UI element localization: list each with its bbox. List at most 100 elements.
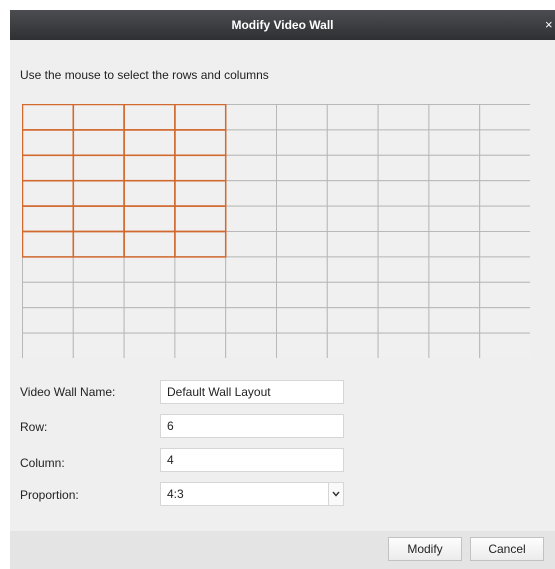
grid-cell[interactable]	[22, 281, 74, 309]
grid-cell[interactable]	[377, 154, 430, 182]
grid-cell[interactable]	[225, 256, 277, 283]
grid-cell[interactable]	[174, 307, 227, 334]
grid-cell[interactable]	[72, 231, 125, 258]
modify-button[interactable]: Modify	[388, 537, 462, 561]
grid-cell[interactable]	[428, 154, 481, 182]
grid-cell[interactable]	[174, 205, 227, 232]
grid-cell[interactable]	[72, 129, 125, 156]
grid-cell[interactable]	[123, 332, 176, 360]
grid-cell[interactable]	[479, 129, 532, 156]
grid-cell[interactable]	[174, 332, 227, 360]
grid-cell[interactable]	[22, 154, 74, 182]
grid-cell[interactable]	[72, 104, 125, 131]
grid-cell[interactable]	[174, 129, 227, 156]
cancel-button[interactable]: Cancel	[470, 537, 544, 561]
grid-cell[interactable]	[22, 231, 74, 258]
grid-cell[interactable]	[479, 307, 532, 334]
grid-cell[interactable]	[326, 154, 379, 182]
grid-cell[interactable]	[428, 231, 481, 258]
grid-cell[interactable]	[123, 256, 176, 283]
grid-cell[interactable]	[123, 281, 176, 309]
grid-cell[interactable]	[479, 104, 532, 131]
grid-cell[interactable]	[377, 256, 430, 283]
grid-cell[interactable]	[479, 231, 532, 258]
grid-cell[interactable]	[276, 180, 328, 207]
grid-cell[interactable]	[72, 256, 125, 283]
close-button[interactable]: ×	[545, 10, 555, 40]
grid-cell[interactable]	[428, 256, 481, 283]
grid-cell[interactable]	[276, 129, 328, 156]
grid-cell[interactable]	[72, 205, 125, 232]
grid-cell[interactable]	[225, 154, 277, 182]
grid-cell[interactable]	[123, 154, 176, 182]
grid-cell[interactable]	[123, 205, 176, 232]
grid-cell[interactable]	[377, 307, 430, 334]
grid-cell[interactable]	[72, 281, 125, 309]
grid-cell[interactable]	[72, 332, 125, 360]
grid-cell[interactable]	[123, 231, 176, 258]
grid-cell[interactable]	[72, 307, 125, 334]
grid-cell[interactable]	[479, 205, 532, 232]
grid-cell[interactable]	[479, 154, 532, 182]
grid-cell[interactable]	[479, 281, 532, 309]
grid-cell[interactable]	[377, 281, 430, 309]
grid-cell[interactable]	[174, 281, 227, 309]
grid-cell[interactable]	[123, 307, 176, 334]
grid-cell[interactable]	[276, 281, 328, 309]
grid-cell[interactable]	[225, 180, 277, 207]
grid-cell[interactable]	[225, 129, 277, 156]
grid-cell[interactable]	[22, 307, 74, 334]
grid-cell[interactable]	[326, 180, 379, 207]
grid-cell[interactable]	[428, 332, 481, 360]
grid-cell[interactable]	[326, 231, 379, 258]
grid-cell[interactable]	[326, 281, 379, 309]
grid-cell[interactable]	[174, 256, 227, 283]
grid-cell[interactable]	[377, 180, 430, 207]
grid-cell[interactable]	[276, 307, 328, 334]
grid-cell[interactable]	[22, 180, 74, 207]
grid-cell[interactable]	[276, 332, 328, 360]
grid-cell[interactable]	[428, 205, 481, 232]
grid-cell[interactable]	[377, 104, 430, 131]
grid-cell[interactable]	[174, 104, 227, 131]
grid-cell[interactable]	[22, 332, 74, 360]
grid-cell[interactable]	[479, 180, 532, 207]
column-field[interactable]	[160, 448, 344, 472]
grid-cell[interactable]	[276, 154, 328, 182]
grid-cell[interactable]	[123, 129, 176, 156]
grid-cell[interactable]	[428, 180, 481, 207]
grid-cell[interactable]	[72, 180, 125, 207]
grid-cell[interactable]	[22, 256, 74, 283]
grid-cell[interactable]	[276, 231, 328, 258]
grid-cell[interactable]	[377, 205, 430, 232]
wall-name-field[interactable]	[160, 380, 344, 404]
grid-cell[interactable]	[123, 104, 176, 131]
grid-cell[interactable]	[276, 104, 328, 131]
grid-cell[interactable]	[326, 104, 379, 131]
video-wall-grid[interactable]	[21, 103, 532, 363]
chevron-down-icon[interactable]	[328, 483, 343, 505]
grid-cell[interactable]	[225, 281, 277, 309]
grid-cell[interactable]	[326, 129, 379, 156]
grid-cell[interactable]	[428, 129, 481, 156]
grid-cell[interactable]	[479, 332, 532, 360]
grid-cell[interactable]	[428, 307, 481, 334]
grid-cell[interactable]	[377, 129, 430, 156]
proportion-select[interactable]: 4:3	[160, 482, 344, 506]
grid-cell[interactable]	[326, 332, 379, 360]
grid-cell[interactable]	[326, 205, 379, 232]
grid-cell[interactable]	[428, 281, 481, 309]
grid-cell[interactable]	[72, 154, 125, 182]
grid-cell[interactable]	[174, 231, 227, 258]
grid-cell[interactable]	[377, 332, 430, 360]
grid-cell[interactable]	[22, 129, 74, 156]
grid-cell[interactable]	[479, 256, 532, 283]
row-field[interactable]	[160, 414, 344, 438]
title-bar[interactable]: Modify Video Wall ×	[10, 10, 555, 40]
grid-cell[interactable]	[326, 256, 379, 283]
grid-cell[interactable]	[22, 205, 74, 232]
grid-cell[interactable]	[123, 180, 176, 207]
grid-cell[interactable]	[174, 154, 227, 182]
grid-cell[interactable]	[276, 256, 328, 283]
grid-cell[interactable]	[225, 231, 277, 258]
